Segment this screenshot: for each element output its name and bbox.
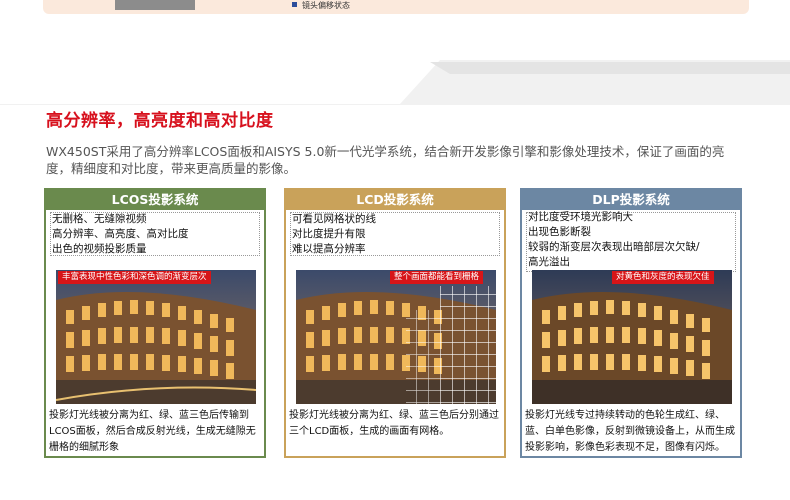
decorative-band <box>0 60 790 105</box>
colosseum-image <box>532 270 732 404</box>
feature-item: 对比度受环境光影响大 <box>528 211 633 223</box>
feature-item: 高光溢出 <box>528 256 570 268</box>
legend-marker <box>292 2 297 7</box>
section-heading: 高分辨率，高亮度和高对比度 <box>46 111 274 131</box>
feature-item: 出色的视频投影质量 <box>52 243 147 255</box>
panel-title: LCOS投影系统 <box>46 190 264 210</box>
feature-item: 无删格、无缝隙视频 <box>52 213 147 225</box>
panel-dlp: DLP投影系统 对比度受环境光影响大 出现色影断裂 较弱的渐变层次表现出暗部层次… <box>520 188 742 458</box>
feature-item: 高分辨率、高亮度、高对比度 <box>52 228 189 240</box>
colosseum-image <box>56 270 256 404</box>
photo-caption: 对黄色和灰度的表现欠佳 <box>612 271 714 284</box>
panel-description: 投影灯光线被分离为红、绿、蓝三色后分别通过三个LCD面板，生成的画面有网格。 <box>289 410 499 437</box>
feature-item: 较弱的渐变层次表现出暗部层次欠缺/ <box>528 241 700 253</box>
feature-item: 难以提高分辨率 <box>292 243 366 255</box>
panel-title: DLP投影系统 <box>522 190 740 210</box>
photo-caption: 整个画面都能看到栅格 <box>390 271 484 284</box>
colosseum-image <box>296 270 496 404</box>
panel-lcos: LCOS投影系统 无删格、无缝隙视频 高分辨率、高亮度、高对比度 出色的视频投影… <box>44 188 266 458</box>
colosseum-photo <box>296 270 496 404</box>
panel-description: 投影灯光线专过持续转动的色轮生成红、绿、蓝、白单色影像，反射到微镜设备上，从而生… <box>525 410 735 453</box>
colosseum-photo <box>532 270 732 404</box>
top-caption: 镜头偏移状态 <box>302 1 350 10</box>
panel-title: LCD投影系统 <box>286 190 504 210</box>
feature-item: 出现色影断裂 <box>528 226 591 238</box>
panel-description: 投影灯光线被分离为红、绿、蓝三色后传输到LCOS面板，然后合成反射光线，生成无缝… <box>49 410 256 453</box>
photo-caption: 丰富表现中性色彩和深色调的渐变层次 <box>58 271 211 284</box>
panel-lcd: LCD投影系统 可看见网格状的线 对比度提升有限 难以提高分辨率 整个画面都能看… <box>284 188 506 458</box>
feature-item: 对比度提升有限 <box>292 228 366 240</box>
intro-paragraph: WX450ST采用了高分辨率LCOS面板和AISYS 5.0新一代光学系统，结合… <box>46 144 725 176</box>
colosseum-photo <box>56 270 256 404</box>
feature-item: 可看见网格状的线 <box>292 213 376 225</box>
previous-image-fragment <box>115 0 195 10</box>
